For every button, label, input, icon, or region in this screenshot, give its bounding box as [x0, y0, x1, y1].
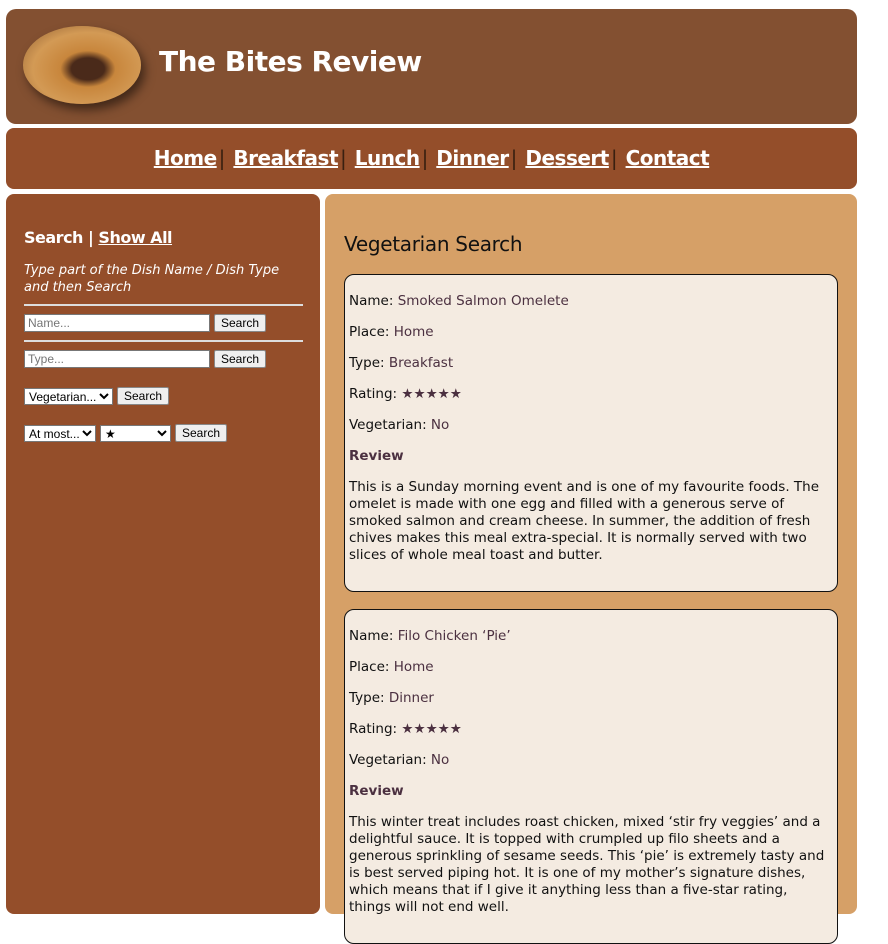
dish-place: Home: [393, 324, 434, 340]
site-header: The Bites Review: [6, 9, 857, 124]
search-hint: Type part of the Dish Name / Dish Type a…: [24, 262, 303, 306]
label: Type:: [349, 690, 385, 706]
name-search-button[interactable]: Search: [214, 314, 267, 332]
dish-rating: ★★★★★: [401, 386, 462, 402]
review-text: This is a Sunday morning event and is on…: [349, 479, 820, 563]
nav-breakfast[interactable]: Breakfast: [233, 146, 338, 170]
nav-contact[interactable]: Contact: [626, 146, 710, 170]
nav-home[interactable]: Home: [154, 146, 217, 170]
results-heading: Vegetarian Search: [344, 232, 523, 256]
search-heading: Search: [24, 228, 83, 247]
rating-stars-select[interactable]: ★: [100, 424, 171, 442]
nav-dinner[interactable]: Dinner: [436, 146, 509, 170]
dish-name: Smoked Salmon Omelete: [397, 293, 569, 309]
review-card: Name: Filo Chicken ‘Pie’ Place: Home Typ…: [344, 609, 838, 944]
label: Place:: [349, 659, 390, 675]
main-nav: Home | Breakfast | Lunch | Dinner | Dessert |…: [6, 128, 857, 189]
review-card: Name: Smoked Salmon Omelete Place: Home …: [344, 274, 838, 592]
label: Place:: [349, 324, 390, 340]
label: Vegetarian:: [349, 752, 427, 768]
name-search-input[interactable]: [24, 314, 210, 332]
rating-mode-select[interactable]: At most...: [24, 424, 96, 442]
nav-lunch[interactable]: Lunch: [355, 146, 420, 170]
label: Name:: [349, 293, 394, 309]
review-text: This winter treat includes roast chicken…: [349, 814, 825, 915]
site-title: The Bites Review: [159, 45, 422, 78]
rating-search-button[interactable]: Search: [175, 424, 228, 442]
label: Rating:: [349, 721, 398, 737]
label: Name:: [349, 628, 394, 644]
show-all-link[interactable]: Show All: [98, 228, 172, 247]
logo-image: [23, 26, 141, 104]
nav-dessert[interactable]: Dessert: [525, 146, 609, 170]
search-sidebar: Search | Show All Type part of the Dish …: [6, 194, 320, 914]
vegetarian-search-button[interactable]: Search: [117, 387, 170, 405]
label: Vegetarian:: [349, 417, 427, 433]
review-heading: Review: [349, 783, 404, 799]
vegetarian-select[interactable]: Vegetarian...: [24, 387, 113, 405]
dish-place: Home: [393, 659, 434, 675]
dish-type: Dinner: [388, 690, 434, 706]
dish-type: Breakfast: [388, 355, 454, 371]
dish-vegetarian: No: [430, 417, 450, 433]
type-search-button[interactable]: Search: [214, 350, 267, 368]
label: Type:: [349, 355, 385, 371]
label: Rating:: [349, 386, 398, 402]
results-panel: Vegetarian Search Name: Smoked Salmon Om…: [325, 194, 857, 944]
dish-name: Filo Chicken ‘Pie’: [397, 628, 511, 644]
review-heading: Review: [349, 448, 404, 464]
dish-rating: ★★★★★: [401, 721, 462, 737]
dish-vegetarian: No: [430, 752, 450, 768]
type-search-input[interactable]: [24, 350, 210, 368]
